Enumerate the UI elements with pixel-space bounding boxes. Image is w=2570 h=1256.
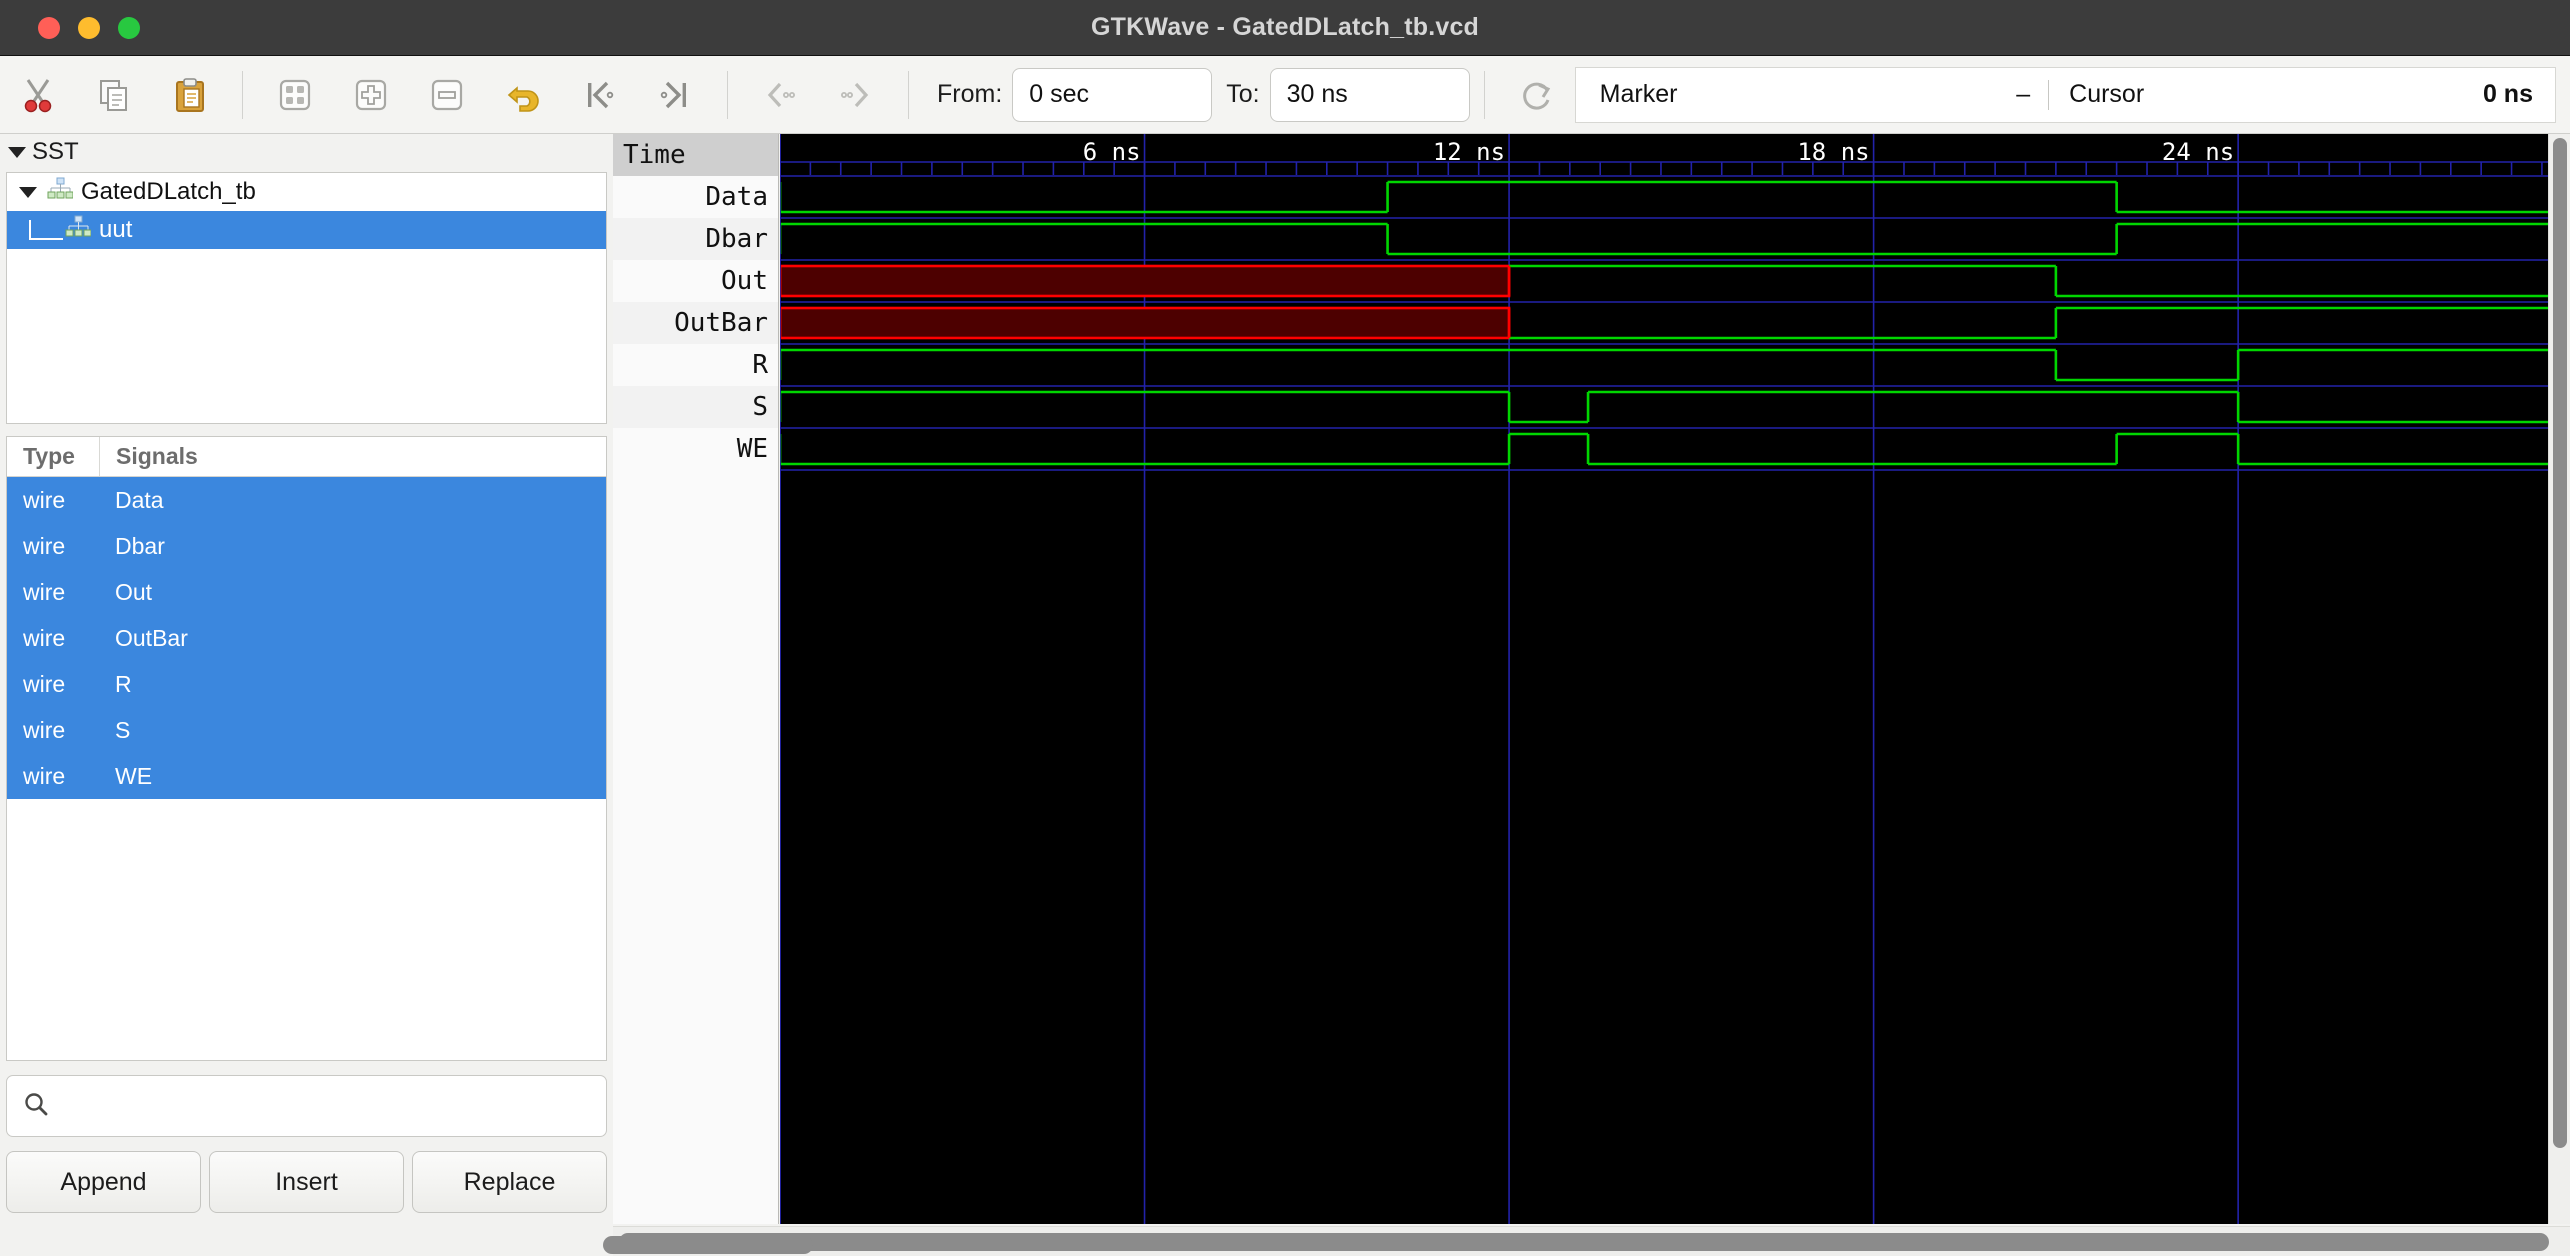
- from-input[interactable]: 0 sec: [1012, 68, 1212, 122]
- marker-value: –: [2016, 80, 2048, 109]
- waveform-canvas[interactable]: 06 ns12 ns18 ns24 ns: [780, 134, 2548, 1224]
- left-panel: SST GatedDLatch_tb: [0, 134, 613, 1256]
- minimize-button[interactable]: [78, 17, 100, 39]
- go-start-icon[interactable]: [573, 69, 625, 121]
- signal-type: wire: [7, 717, 99, 744]
- wave-row-label[interactable]: Data: [613, 176, 778, 218]
- insert-button[interactable]: Insert: [209, 1151, 404, 1213]
- time-tick-label: 18 ns: [1797, 138, 1869, 166]
- signal-row[interactable]: wireData: [7, 477, 606, 523]
- main-toolbar: From: 0 sec To: 30 ns Marker – Cursor 0 …: [0, 56, 2570, 134]
- module-icon: [47, 177, 73, 208]
- to-label: To:: [1226, 80, 1259, 109]
- paste-icon[interactable]: [164, 69, 216, 121]
- sst-header[interactable]: SST: [0, 134, 613, 170]
- replace-button[interactable]: Replace: [412, 1151, 607, 1213]
- toolbar-separator-3: [908, 71, 909, 119]
- module-icon: [65, 215, 91, 246]
- time-tick-label: 12 ns: [1433, 138, 1505, 166]
- signal-name: WE: [99, 763, 152, 790]
- signal-type: wire: [7, 487, 99, 514]
- to-input[interactable]: 30 ns: [1270, 68, 1470, 122]
- go-end-icon[interactable]: [649, 69, 701, 121]
- search-input[interactable]: [61, 1092, 586, 1121]
- close-button[interactable]: [38, 17, 60, 39]
- toolbar-separator-1: [242, 71, 243, 119]
- from-label: From:: [937, 80, 1002, 109]
- window-controls[interactable]: [38, 17, 140, 39]
- append-button[interactable]: Append: [6, 1151, 201, 1213]
- signal-row[interactable]: wireR: [7, 661, 606, 707]
- prev-edge-icon[interactable]: [754, 69, 806, 121]
- zoom-undo-icon[interactable]: [497, 69, 549, 121]
- time-header-cell: Time: [613, 134, 778, 176]
- wave-row-label[interactable]: WE: [613, 428, 778, 470]
- search-icon: [23, 1091, 49, 1122]
- signal-row[interactable]: wireS: [7, 707, 606, 753]
- signal-row[interactable]: wireOutBar: [7, 615, 606, 661]
- signal-type: wire: [7, 579, 99, 606]
- tree-item-label: uut: [99, 216, 132, 244]
- zoom-fit-icon[interactable]: [269, 69, 321, 121]
- toolbar-separator-4: [1484, 71, 1485, 119]
- next-edge-icon[interactable]: [830, 69, 882, 121]
- cursor-label: Cursor: [2049, 80, 2144, 109]
- tree-elbow: [29, 220, 63, 240]
- cursor-value: 0 ns: [2483, 80, 2533, 109]
- signal-type: wire: [7, 625, 99, 652]
- wave-horizontal-scroll-thumb[interactable]: [619, 1233, 2549, 1251]
- wave-row-label[interactable]: R: [613, 344, 778, 386]
- wave-row-label[interactable]: OutBar: [613, 302, 778, 344]
- wave-row-label[interactable]: Out: [613, 260, 778, 302]
- zoom-button[interactable]: [118, 17, 140, 39]
- signal-name: S: [99, 717, 130, 744]
- window-title: GTKWave - GatedDLatch_tb.vcd: [0, 13, 2570, 42]
- signal-row[interactable]: wireDbar: [7, 523, 606, 569]
- signal-type: wire: [7, 763, 99, 790]
- signal-name: Dbar: [99, 533, 165, 560]
- sst-tree[interactable]: GatedDLatch_tb uut: [6, 172, 607, 424]
- signals-list[interactable]: Type Signals wireDatawireDbarwireOutwire…: [6, 436, 607, 1061]
- time-tick-label: 6 ns: [1083, 138, 1141, 166]
- reload-icon[interactable]: [1511, 69, 1563, 121]
- waveform-plot: 06 ns12 ns18 ns24 ns: [780, 134, 2548, 1224]
- tree-item-label: GatedDLatch_tb: [81, 178, 256, 206]
- signal-name: Out: [99, 579, 152, 606]
- column-header-type: Type: [7, 443, 99, 470]
- signal-row[interactable]: wireOut: [7, 569, 606, 615]
- signal-type: wire: [7, 671, 99, 698]
- marker-label: Marker: [1600, 80, 1678, 109]
- chevron-down-icon[interactable]: [8, 147, 26, 158]
- tree-item-gateddlatch-tb[interactable]: GatedDLatch_tb: [7, 173, 606, 211]
- tree-item-uut[interactable]: uut: [7, 211, 606, 249]
- wave-horizontal-scrollbar[interactable]: [613, 1226, 2570, 1256]
- window-titlebar: GTKWave - GatedDLatch_tb.vcd: [0, 0, 2570, 56]
- signal-name: OutBar: [99, 625, 188, 652]
- wave-vertical-scroll-thumb[interactable]: [2553, 138, 2567, 1148]
- chevron-down-icon[interactable]: [19, 187, 37, 198]
- wave-vertical-scrollbar[interactable]: [2548, 134, 2570, 1224]
- zoom-in-icon[interactable]: [345, 69, 397, 121]
- zoom-out-icon[interactable]: [421, 69, 473, 121]
- signal-type: wire: [7, 533, 99, 560]
- copy-icon[interactable]: [88, 69, 140, 121]
- cut-icon[interactable]: [12, 69, 64, 121]
- signal-name-column[interactable]: Time DataDbarOutOutBarRSWE: [613, 134, 779, 1224]
- time-tick-label: 24 ns: [2162, 138, 2234, 166]
- wave-area: Time DataDbarOutOutBarRSWE 06 ns12 ns18 …: [613, 134, 2570, 1256]
- left-panel-scroll-thumb[interactable]: [603, 1236, 813, 1254]
- signals-list-header: Type Signals: [7, 437, 606, 477]
- column-header-signals: Signals: [99, 437, 198, 476]
- sst-label: SST: [32, 138, 79, 166]
- wave-row-label[interactable]: S: [613, 386, 778, 428]
- toolbar-separator-2: [727, 71, 728, 119]
- marker-cursor-readout: Marker – Cursor 0 ns: [1575, 67, 2556, 123]
- signal-action-buttons: Append Insert Replace: [6, 1151, 607, 1213]
- signal-search-box[interactable]: [6, 1075, 607, 1137]
- signal-name: R: [99, 671, 132, 698]
- wave-row-label[interactable]: Dbar: [613, 218, 778, 260]
- signal-row[interactable]: wireWE: [7, 753, 606, 799]
- signal-name: Data: [99, 487, 164, 514]
